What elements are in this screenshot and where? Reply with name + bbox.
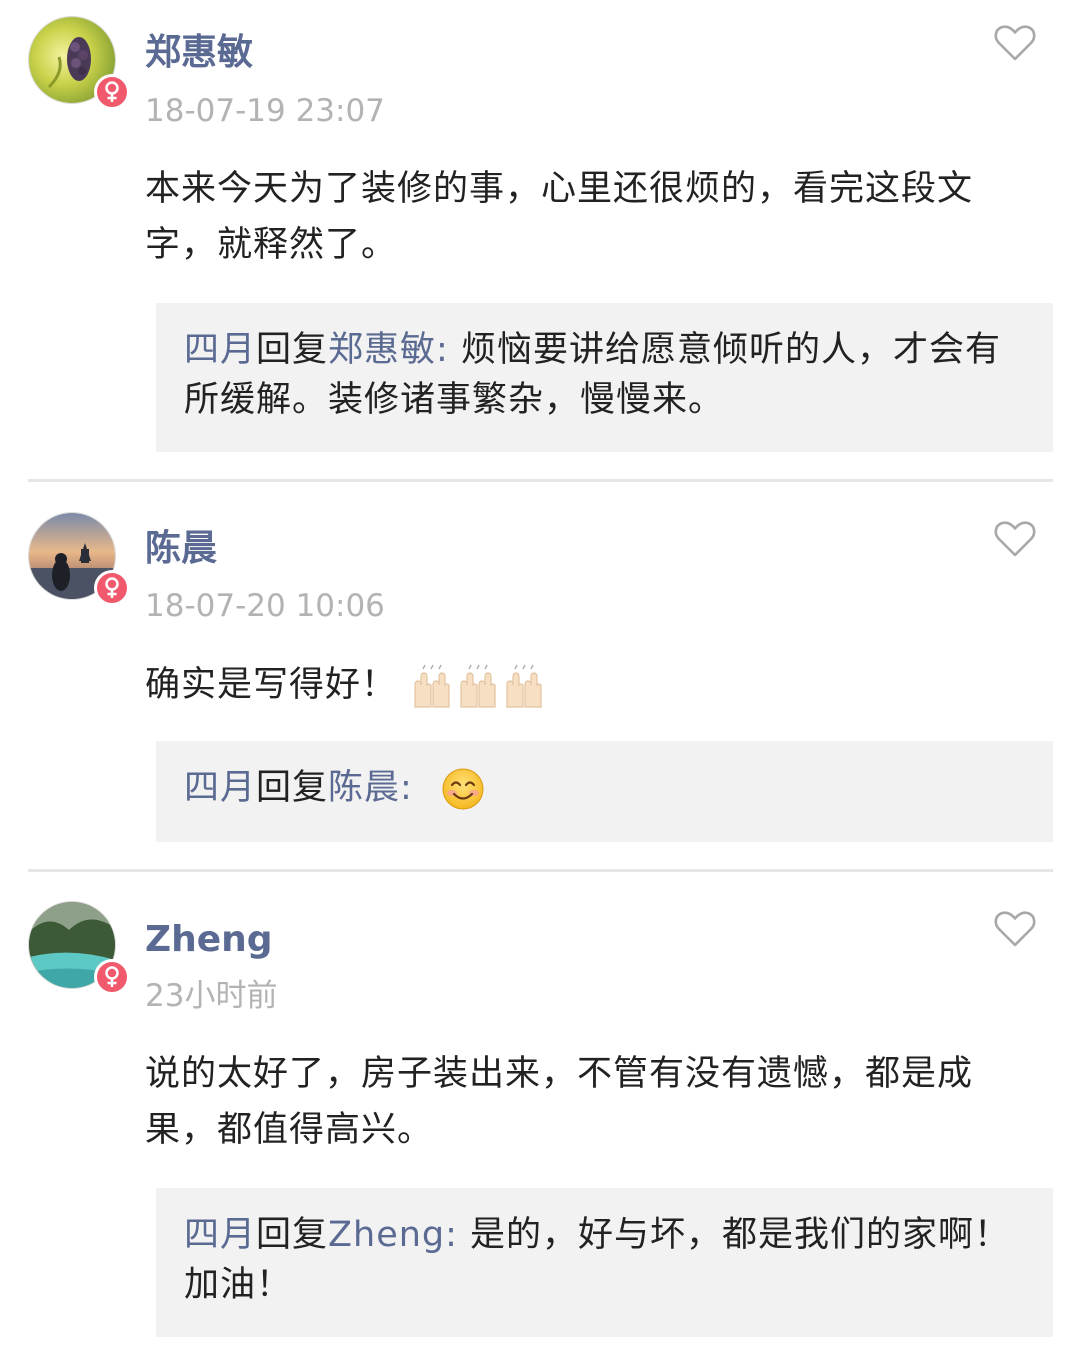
avatar[interactable] [28, 16, 130, 110]
female-icon [94, 74, 130, 110]
heart-outline-icon[interactable] [994, 910, 1036, 948]
comment-list: 郑惠敏 18-07-19 23:07 本来今天为了装修的事，心里还很烦的，看完这… [0, 0, 1080, 1358]
heart-outline-icon[interactable] [994, 24, 1036, 62]
raising-hands-icon [414, 664, 542, 708]
divider [28, 479, 1053, 482]
smiling-face-icon [442, 768, 484, 810]
comment-time: 18-07-20 10:06 [145, 588, 385, 624]
female-icon [94, 959, 130, 995]
reply-box: 四月回复Zheng: 是的，好与坏，都是我们的家啊！加油！ [156, 1188, 1053, 1337]
comment-author[interactable]: 郑惠敏 [145, 31, 253, 75]
reply-author[interactable]: 四月 [184, 768, 256, 808]
comment-time: 23小时前 [145, 978, 278, 1014]
comment-text: 说的太好了，房子装出来，不管有没有遗憾，都是成果，都值得高兴。 [145, 1054, 974, 1150]
avatar[interactable] [28, 901, 130, 995]
reply-verb: 回复 [256, 330, 329, 370]
reply-target[interactable]: 陈晨: [328, 768, 413, 808]
reply-target[interactable]: 郑惠敏: [328, 330, 449, 370]
comment-text-content: 确实是写得好！ [145, 665, 398, 705]
reply-author[interactable]: 四月 [184, 1215, 256, 1255]
comment-author[interactable]: Zheng [145, 918, 273, 962]
avatar[interactable] [28, 512, 130, 606]
reply-box: 四月回复陈晨: [156, 741, 1053, 842]
comment-text: 确实是写得好！ [145, 657, 1025, 713]
reply-box: 四月回复郑惠敏: 烦恼要讲给愿意倾听的人，才会有所缓解。装修诸事繁杂，慢慢来。 [156, 303, 1053, 452]
comment-text: 本来今天为了装修的事，心里还很烦的，看完这段文字，就释然了。 [145, 169, 974, 265]
reply-target[interactable]: Zheng: [328, 1215, 458, 1255]
female-icon [94, 570, 130, 606]
comment-time: 18-07-19 23:07 [145, 93, 385, 129]
reply-verb: 回复 [256, 1215, 329, 1255]
reply-author[interactable]: 四月 [184, 330, 256, 370]
comment-author[interactable]: 陈晨 [145, 527, 217, 571]
reply-verb: 回复 [256, 768, 329, 808]
heart-outline-icon[interactable] [994, 520, 1036, 558]
divider [28, 869, 1053, 872]
